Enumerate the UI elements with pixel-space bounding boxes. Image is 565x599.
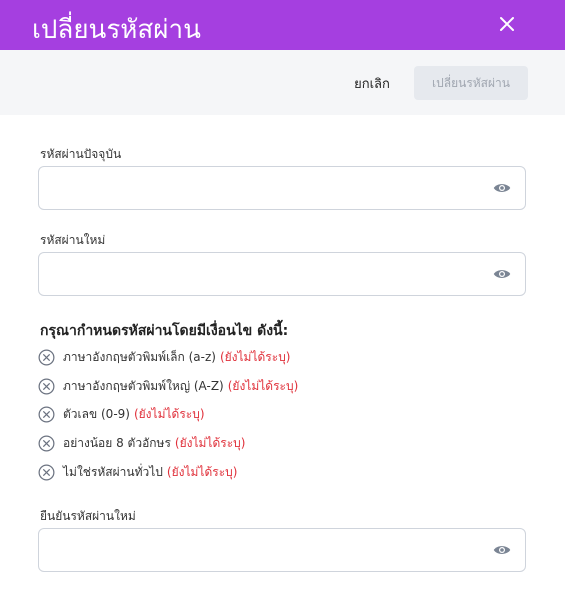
dialog-toolbar: ยกเลิก เปลี่ยนรหัสผ่าน	[0, 50, 565, 115]
current-password-input[interactable]	[39, 167, 503, 209]
close-icon[interactable]	[495, 12, 519, 36]
requirement-text: อย่างน้อย 8 ตัวอักษร	[63, 435, 171, 450]
x-circle-icon	[38, 378, 55, 394]
cancel-button[interactable]: ยกเลิก	[340, 66, 404, 100]
current-password-field	[38, 166, 526, 210]
requirement-item: ภาษาอังกฤษตัวพิมพ์เล็ก (a-z) (ยังไม่ได้ร…	[38, 347, 291, 367]
dialog-title: เปลี่ยนรหัสผ่าน	[32, 15, 201, 45]
requirement-status: (ยังไม่ได้ระบุ)	[133, 406, 205, 421]
requirement-text: ตัวเลข (0-9)	[63, 406, 130, 421]
eye-icon[interactable]	[493, 542, 511, 558]
requirement-status: (ยังไม่ได้ระบุ)	[219, 349, 291, 364]
requirement-text: ภาษาอังกฤษตัวพิมพ์เล็ก (a-z)	[63, 349, 216, 364]
change-password-button[interactable]: เปลี่ยนรหัสผ่าน	[414, 66, 528, 100]
dialog-header: เปลี่ยนรหัสผ่าน	[0, 0, 565, 50]
requirement-status: (ยังไม่ได้ระบุ)	[227, 378, 299, 393]
requirement-status: (ยังไม่ได้ระบุ)	[166, 464, 238, 479]
x-circle-icon	[38, 464, 55, 480]
requirements-title: กรุณากำหนดรหัสผ่านโดยมีเงื่อนไข ดังนี้:	[40, 323, 289, 339]
eye-icon[interactable]	[493, 180, 511, 196]
confirm-password-field	[38, 528, 526, 572]
confirm-password-input[interactable]	[39, 529, 503, 571]
x-circle-icon	[38, 349, 55, 365]
new-password-input[interactable]	[39, 253, 503, 295]
requirement-status: (ยังไม่ได้ระบุ)	[174, 435, 246, 450]
requirement-item: ภาษาอังกฤษตัวพิมพ์ใหญ่ (A-Z) (ยังไม่ได้ร…	[38, 376, 298, 396]
requirement-text: ภาษาอังกฤษตัวพิมพ์ใหญ่ (A-Z)	[63, 378, 224, 393]
requirement-item: ตัวเลข (0-9) (ยังไม่ได้ระบุ)	[38, 404, 205, 424]
x-circle-icon	[38, 435, 55, 451]
current-password-label: รหัสผ่านปัจจุบัน	[40, 147, 122, 161]
confirm-password-label: ยืนยันรหัสผ่านใหม่	[40, 509, 136, 523]
requirement-text: ไม่ใช่รหัสผ่านทั่วไป	[63, 464, 163, 479]
new-password-label: รหัสผ่านใหม่	[40, 233, 106, 247]
eye-icon[interactable]	[493, 266, 511, 282]
requirement-item: อย่างน้อย 8 ตัวอักษร (ยังไม่ได้ระบุ)	[38, 433, 245, 453]
new-password-field	[38, 252, 526, 296]
requirement-item: ไม่ใช่รหัสผ่านทั่วไป (ยังไม่ได้ระบุ)	[38, 462, 237, 482]
x-circle-icon	[38, 406, 55, 422]
